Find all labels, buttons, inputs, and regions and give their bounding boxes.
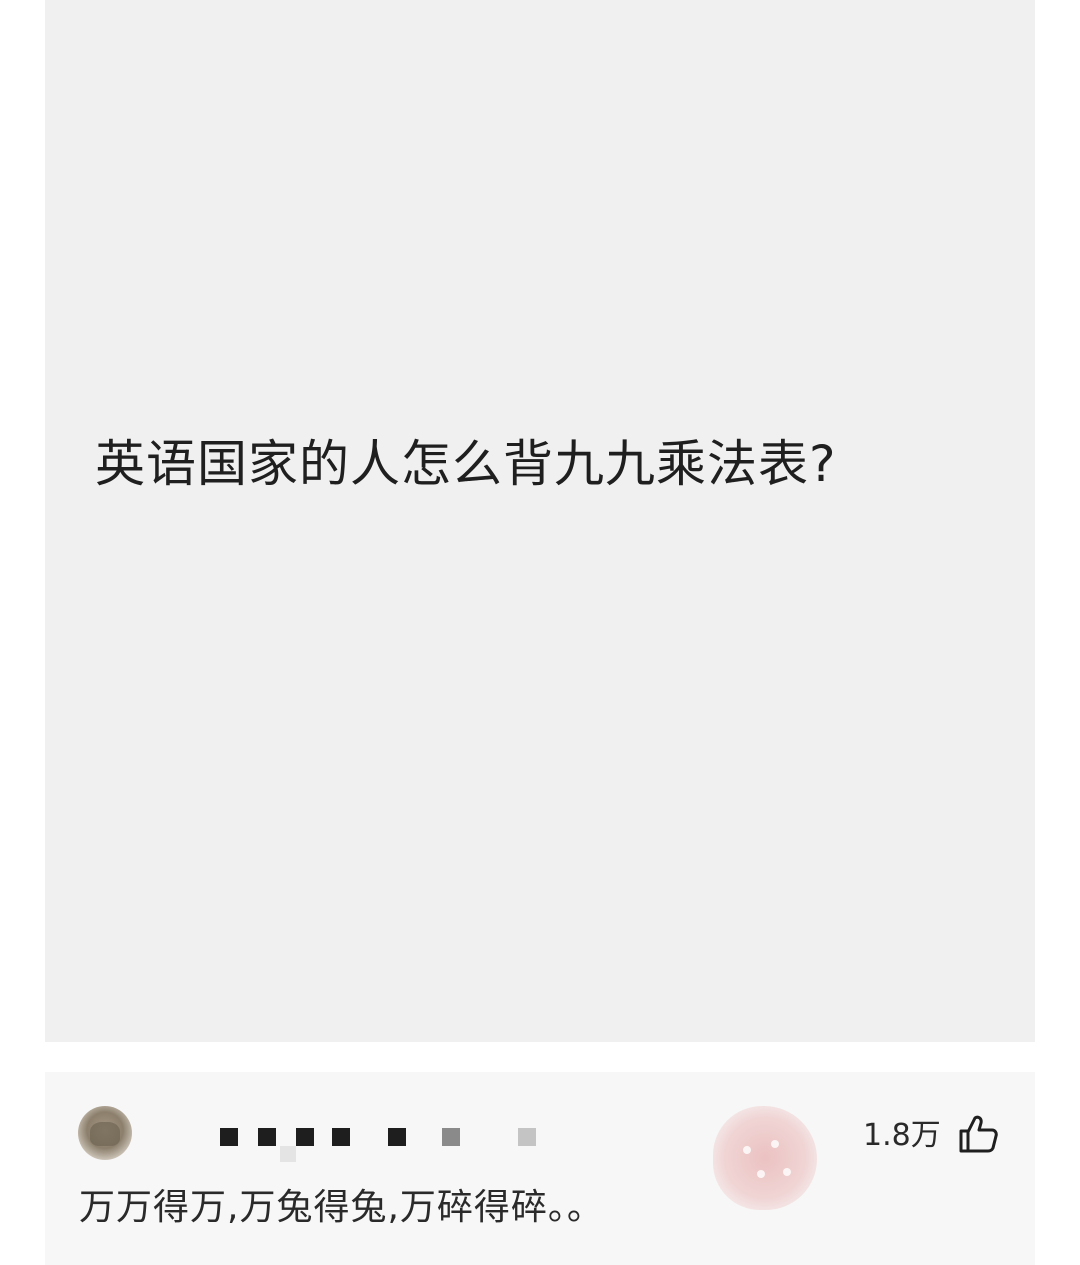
username-redacted[interactable] [220, 1128, 540, 1162]
redaction-block [332, 1128, 350, 1146]
stamp-mark [783, 1168, 791, 1176]
redaction-block [220, 1128, 238, 1146]
redaction-block [442, 1128, 460, 1146]
page: 英语国家的人怎么背九九乘法表? 1.8万 万万得万,万兔得兔,万碎得碎。。 [0, 0, 1080, 1265]
avatar-image [90, 1122, 120, 1146]
stamp-mark [743, 1146, 751, 1154]
redaction-block [280, 1146, 296, 1162]
stamp-mark [771, 1140, 779, 1148]
comment-card: 1.8万 万万得万,万兔得兔,万碎得碎。。 [45, 1072, 1035, 1265]
redaction-block [518, 1128, 536, 1146]
thumbs-up-icon[interactable] [957, 1114, 999, 1154]
post-card[interactable]: 英语国家的人怎么背九九乘法表? [45, 0, 1035, 1042]
like-count: 1.8万 [863, 1118, 941, 1153]
question-title: 英语国家的人怎么背九九乘法表? [95, 435, 837, 493]
redaction-block [388, 1128, 406, 1146]
stamp-mark [757, 1170, 765, 1178]
redaction-block [258, 1128, 276, 1146]
avatar[interactable] [78, 1106, 132, 1160]
watermark-stamp [713, 1106, 817, 1210]
redaction-block [296, 1128, 314, 1146]
comment-text: 万万得万,万兔得兔,万碎得碎。。 [79, 1187, 604, 1228]
